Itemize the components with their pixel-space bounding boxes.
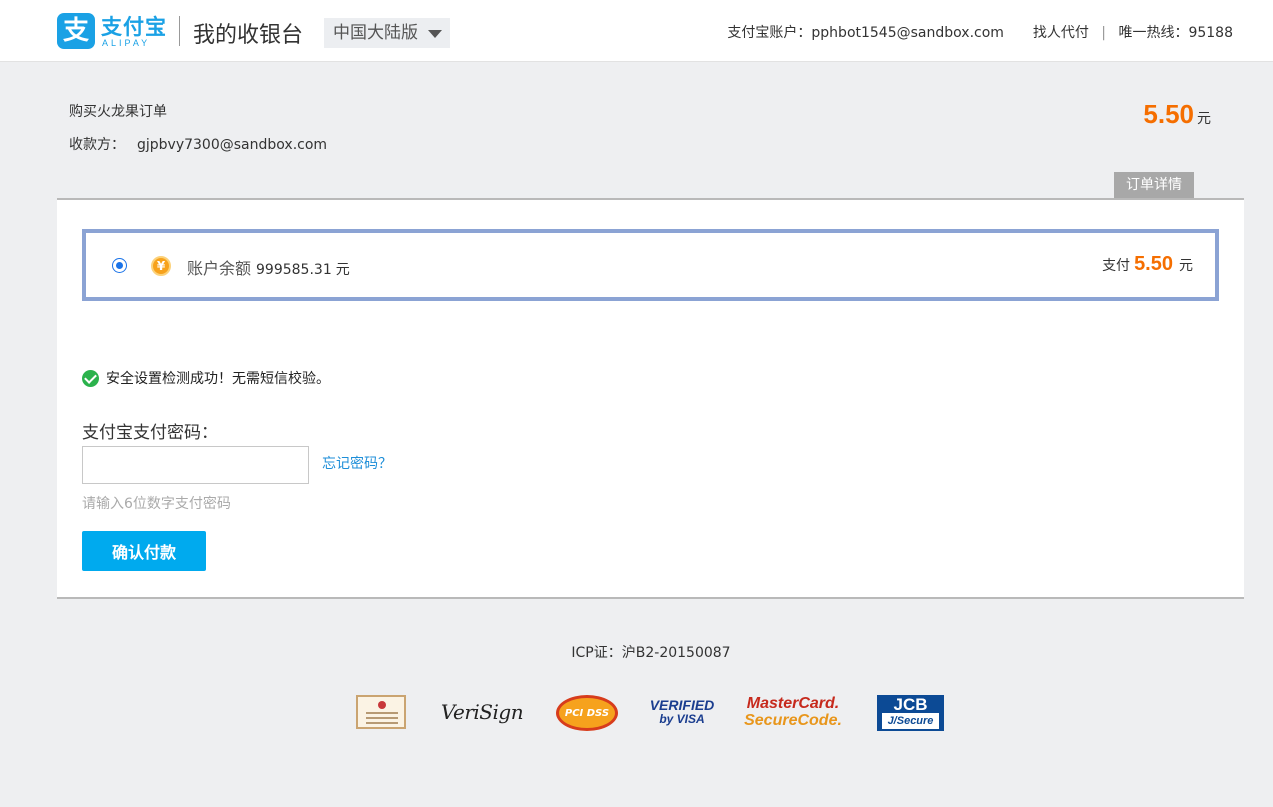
visa-line2: by VISA — [659, 712, 705, 726]
certificate-line — [366, 717, 398, 719]
verisign-badge[interactable]: VeriSign — [441, 692, 524, 732]
pay-amount-value: 5.50 — [1134, 253, 1173, 275]
payment-panel: ¥ 账户余额 999585.31 元 支付 5.50 元 安全设置检测成功！无需短信校验… — [57, 198, 1244, 599]
header-separator: | — [1101, 25, 1106, 41]
balance-unit: 元 — [335, 262, 350, 278]
header-account-bar: 支付宝账户：pphbot1545@sandbox.com 找人代付 | 唯一热线… — [727, 22, 1233, 42]
alipay-logo[interactable]: 支 支付宝 ALIPAY — [57, 13, 167, 49]
hotline-label: 唯一热线： — [1118, 25, 1189, 41]
check-circle-icon — [82, 370, 99, 387]
order-amount-value: 5.50 — [1143, 99, 1194, 129]
jcb-line1: JCB — [893, 695, 928, 714]
caret-down-icon — [428, 30, 442, 38]
order-detail-button[interactable]: 订单详情 — [1114, 172, 1194, 198]
icp-license: ICP证：沪B2-20150087 — [571, 645, 731, 661]
balance-info: 账户余额 999585.31 元 — [187, 255, 350, 279]
account-label: 支付宝账户： — [727, 25, 812, 41]
account-email: pphbot1545@sandbox.com — [811, 25, 1004, 41]
order-amount-unit: 元 — [1197, 111, 1211, 127]
verified-by-visa-badge[interactable]: VERIFIED by VISA — [649, 692, 715, 732]
header-divider — [179, 16, 180, 46]
region-select-label: 中国大陆版 — [333, 23, 418, 43]
payment-method-balance[interactable]: ¥ 账户余额 999585.31 元 支付 5.50 元 — [82, 229, 1219, 301]
pcidss-badge[interactable]: PCI DSS — [556, 695, 618, 731]
certificate-badge-icon[interactable] — [356, 695, 406, 729]
certificate-line — [366, 722, 398, 724]
security-badges: VeriSign PCI DSS VERIFIED by VISA Master… — [356, 692, 946, 734]
top-header: 支 支付宝 ALIPAY 我的收银台 中国大陆版 支付宝账户：pphbot154… — [0, 0, 1273, 62]
password-hint: 请输入6位数字支付密码 — [82, 496, 231, 512]
payee-label: 收款方： — [69, 137, 125, 153]
find-proxy-pay-link[interactable]: 找人代付 — [1033, 22, 1089, 42]
certificate-line — [366, 712, 398, 714]
security-check-message: 安全设置检测成功！无需短信校验。 — [82, 368, 330, 388]
mastercard-line1: MasterCard. — [746, 695, 840, 712]
region-select[interactable]: 中国大陆版 — [324, 18, 450, 48]
pay-amount-unit: 元 — [1179, 258, 1193, 274]
hotline-number: 95188 — [1188, 25, 1233, 41]
order-amount: 5.50 元 — [1143, 99, 1211, 130]
visa-line1: VERIFIED — [649, 697, 715, 713]
alipay-logo-en-text: ALIPAY — [102, 38, 151, 48]
confirm-payment-button[interactable]: 确认付款 — [82, 531, 206, 571]
alipay-logo-icon: 支 — [57, 13, 95, 49]
pay-label: 支付 — [1102, 258, 1131, 274]
jcb-line2: J/Secure — [881, 713, 940, 729]
order-title: 购买火龙果订单 — [69, 104, 167, 120]
alipay-logo-cn-text: 支付宝 — [101, 15, 167, 39]
site-title: 我的收银台 — [193, 23, 304, 48]
pay-amount-info: 支付 5.50 元 — [1102, 253, 1193, 276]
yen-coin-icon: ¥ — [151, 256, 171, 276]
jcb-jsecure-badge[interactable]: JCB J/Secure — [877, 695, 944, 731]
mastercard-securecode-badge[interactable]: MasterCard. SecureCode. — [744, 692, 842, 732]
payee-email: gjpbvy7300@sandbox.com — [137, 137, 328, 153]
payment-password-input[interactable] — [82, 446, 309, 484]
balance-label: 账户余额 — [187, 259, 252, 278]
balance-amount: 999585.31 — [256, 262, 332, 278]
security-message-text: 安全设置检测成功！无需短信校验。 — [106, 371, 330, 387]
password-label: 支付宝支付密码： — [82, 423, 218, 443]
payee-info: 收款方： gjpbvy7300@sandbox.com — [69, 134, 327, 154]
certificate-seal — [378, 701, 386, 709]
forgot-password-link[interactable]: 忘记密码？ — [322, 453, 392, 473]
mastercard-line2: SecureCode. — [744, 712, 842, 729]
payment-method-radio[interactable] — [112, 258, 127, 273]
